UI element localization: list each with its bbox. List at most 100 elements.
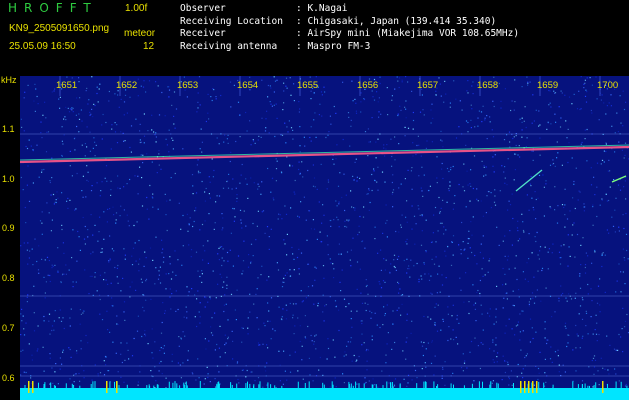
y-tick-label: 0.6: [2, 373, 15, 383]
noise-speck: [550, 346, 552, 348]
noise-speck: [286, 126, 288, 128]
noise-speck: [384, 155, 386, 157]
noise-speck: [201, 223, 204, 226]
noise-speck: [508, 318, 510, 320]
noise-speck: [407, 268, 409, 270]
noise-floor-spike: [497, 383, 499, 388]
noise-speck: [55, 201, 57, 204]
noise-speck: [204, 200, 206, 202]
noise-speck: [363, 98, 365, 100]
noise-speck: [480, 200, 482, 202]
noise-speck: [435, 303, 437, 305]
noise-speck: [522, 229, 525, 232]
noise-speck: [169, 296, 171, 298]
noise-speck: [139, 139, 141, 141]
noise-speck: [500, 100, 502, 102]
noise-speck: [521, 117, 523, 119]
noise-speck: [551, 316, 553, 318]
noise-speck: [293, 258, 295, 260]
noise-speck: [281, 316, 283, 318]
noise-speck: [197, 358, 199, 360]
noise-speck: [399, 288, 401, 290]
noise-speck: [241, 163, 243, 166]
noise-speck: [133, 224, 135, 227]
noise-speck: [191, 174, 194, 176]
noise-speck: [564, 188, 566, 190]
noise-speck: [358, 225, 360, 227]
noise-speck: [558, 297, 560, 299]
noise-speck: [312, 380, 314, 382]
noise-speck: [538, 258, 540, 260]
spectrogram-plot[interactable]: [20, 76, 629, 400]
noise-speck: [434, 355, 436, 357]
x-tick-label: 1653: [177, 80, 199, 91]
noise-speck: [581, 318, 584, 320]
noise-speck: [515, 144, 517, 147]
noise-speck: [234, 309, 236, 311]
noise-speck: [160, 332, 163, 334]
noise-speck: [299, 151, 301, 153]
noise-speck: [160, 168, 162, 170]
noise-speck: [477, 125, 479, 127]
noise-speck: [44, 259, 46, 261]
noise-speck: [468, 238, 470, 240]
noise-speck: [607, 369, 609, 371]
noise-speck: [609, 170, 611, 172]
noise-speck: [195, 379, 197, 381]
noise-speck: [307, 169, 309, 172]
noise-floor-spike: [55, 385, 56, 388]
noise-speck: [522, 310, 524, 312]
noise-speck: [539, 154, 541, 156]
noise-speck: [230, 232, 232, 234]
noise-speck: [467, 121, 469, 124]
noise-speck: [250, 262, 252, 264]
noise-speck: [233, 220, 235, 222]
noise-speck: [360, 92, 362, 94]
noise-speck: [521, 136, 523, 138]
noise-speck: [620, 291, 622, 293]
noise-speck: [411, 188, 413, 190]
noise-speck: [391, 181, 393, 184]
noise-speck: [528, 209, 530, 211]
noise-speck: [41, 211, 43, 213]
noise-speck: [576, 233, 579, 236]
noise-speck: [446, 167, 449, 170]
noise-speck: [430, 275, 432, 277]
noise-speck: [284, 205, 286, 207]
noise-speck: [115, 212, 118, 214]
noise-speck: [391, 348, 393, 350]
noise-speck: [565, 327, 567, 329]
noise-speck: [597, 285, 600, 287]
noise-speck: [486, 138, 488, 140]
noise-speck: [120, 290, 122, 292]
noise-speck: [355, 360, 357, 362]
noise-speck: [148, 80, 151, 82]
noise-speck: [281, 218, 283, 220]
noise-speck: [432, 117, 434, 119]
noise-speck: [268, 132, 270, 134]
noise-speck: [249, 311, 251, 313]
noise-speck: [412, 155, 414, 157]
noise-speck: [521, 372, 523, 374]
noise-speck: [395, 269, 397, 271]
noise-speck: [521, 310, 523, 312]
noise-speck: [401, 79, 403, 81]
noise-floor-spike: [453, 384, 454, 388]
noise-speck: [494, 154, 496, 156]
noise-speck: [207, 376, 209, 379]
noise-floor-spike: [174, 381, 176, 388]
noise-speck: [204, 250, 206, 252]
noise-speck: [283, 239, 285, 241]
noise-speck: [436, 177, 438, 179]
noise-speck: [377, 252, 379, 254]
noise-speck: [61, 155, 63, 157]
noise-speck: [614, 231, 616, 233]
noise-speck: [110, 282, 112, 284]
noise-speck: [354, 98, 356, 100]
noise-speck: [164, 310, 166, 312]
noise-speck: [592, 386, 594, 388]
noise-speck: [436, 292, 438, 294]
noise-speck: [615, 291, 617, 293]
noise-speck: [313, 119, 315, 121]
noise-speck: [49, 280, 51, 283]
